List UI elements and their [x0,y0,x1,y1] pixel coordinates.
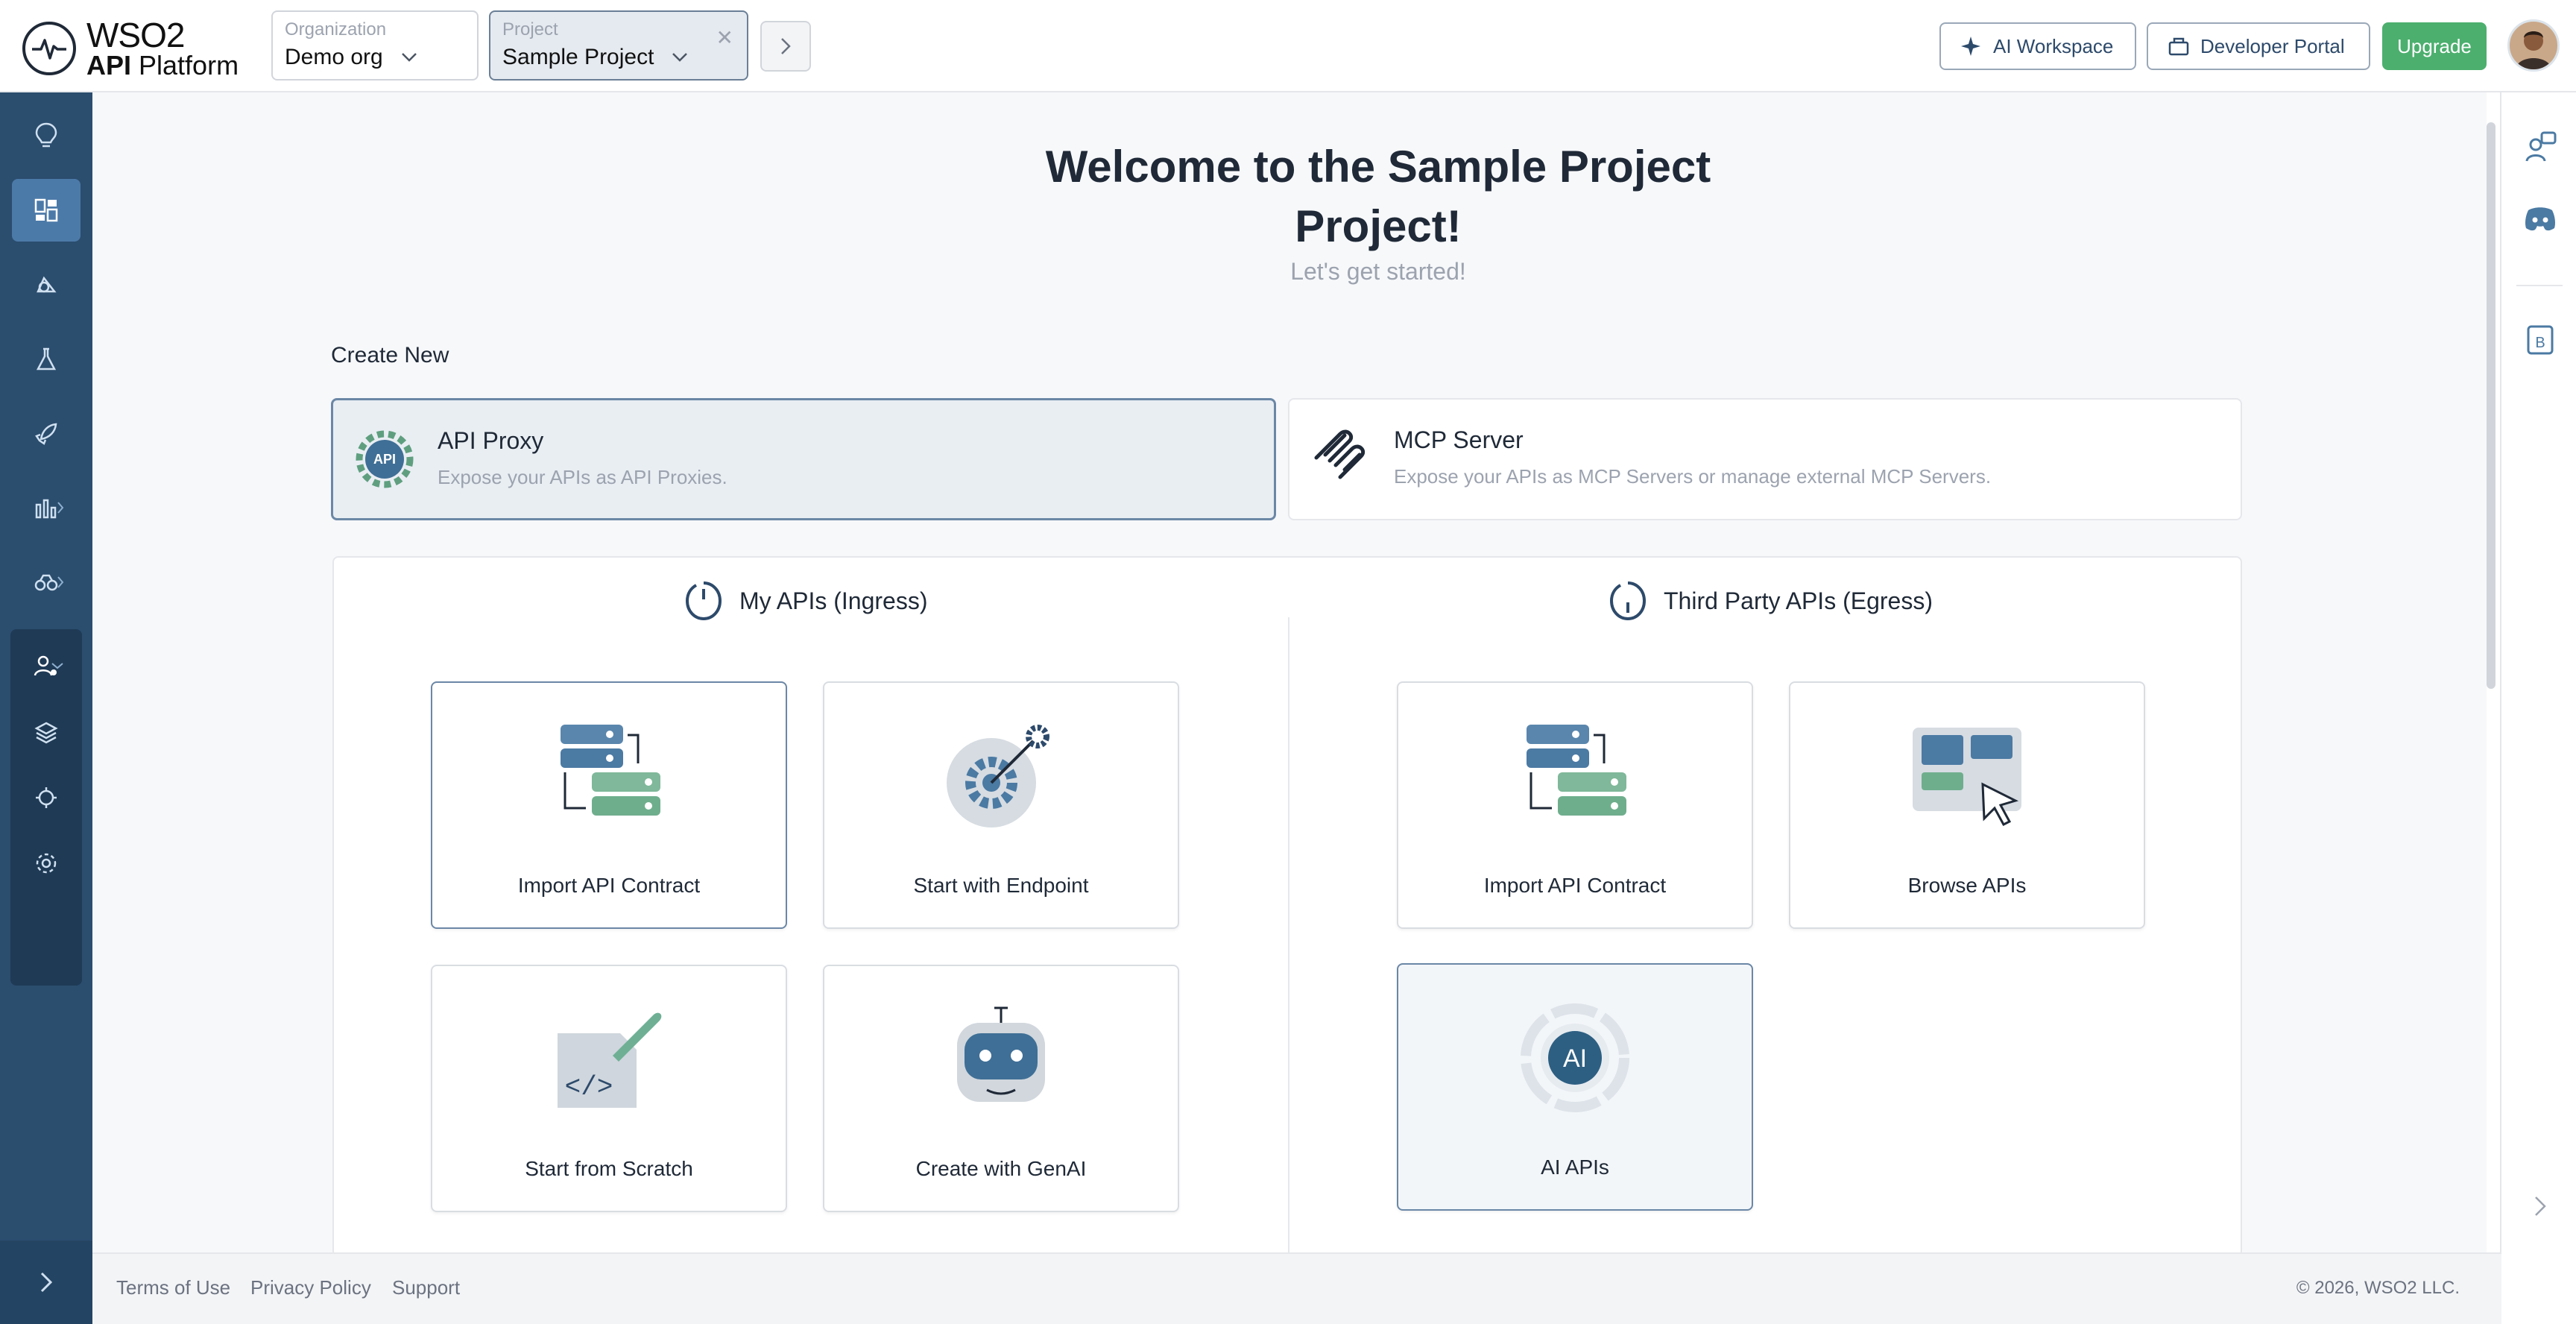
lightbulb-icon[interactable] [12,104,80,167]
egress-import-api-contract-card[interactable]: Import API Contract [1397,681,1753,929]
code-pencil-icon: </> [432,1003,786,1115]
people-settings-icon[interactable] [12,635,80,698]
server-stack-icon [432,720,786,832]
bookmark-b-icon[interactable]: B [2524,324,2557,356]
option-label: Create with GenAI [915,1157,1087,1180]
organization-selector[interactable]: Organization Demo org [271,10,479,81]
ai-apis-card[interactable]: AI AI APIs [1397,963,1753,1211]
privacy-policy-link[interactable]: Privacy Policy [250,1276,371,1299]
terms-of-use-link[interactable]: Terms of Use [116,1276,230,1299]
main-content: Welcome to the Sample Project Project! L… [92,92,2487,1258]
logo-name: WSO2 [86,16,185,54]
next-level-button[interactable] [760,21,811,72]
api-proxy-card[interactable]: API API Proxy Expose your APIs as API Pr… [331,398,1276,520]
chevron-down-icon [401,53,417,62]
gear-icon[interactable] [12,832,80,895]
start-from-scratch-card[interactable]: </> Start from Scratch [431,965,787,1212]
pulse-icon [22,22,76,75]
develop-icon[interactable] [12,253,80,316]
server-stack-icon [1398,720,1752,832]
ai-badge-text: AI [1563,1044,1587,1073]
ingress-icon [685,581,722,621]
footer: Terms of Use Privacy Policy Support © 20… [92,1252,2501,1324]
welcome-title: Welcome to the Sample Project Project! [1045,142,1711,251]
expand-sidebar-button[interactable] [0,1241,92,1324]
test-flask-icon[interactable] [12,328,80,391]
overview-icon[interactable] [12,179,80,242]
main-scrollbar[interactable] [2487,122,2496,689]
chevron-right-icon [57,576,64,588]
observe-binoculars-icon[interactable] [12,552,80,614]
chat-support-icon[interactable] [2524,131,2557,164]
create-with-genai-card[interactable]: Create with GenAI [823,965,1179,1212]
rail-divider [2516,285,2563,286]
deploy-rocket-icon[interactable] [12,403,80,465]
section-divider [1288,617,1289,1258]
mcp-server-card[interactable]: MCP Server Expose your APIs as MCP Serve… [1288,398,2242,520]
api-proxy-icon: API [354,429,415,494]
insights-chart-icon[interactable] [12,477,80,540]
api-badge-text: API [373,452,396,467]
chevron-right-icon [57,502,64,514]
admin-group [10,629,82,986]
project-label: Project [502,19,558,40]
endpoint-gear-icon [824,720,1178,832]
browse-apis-card[interactable]: Browse APIs [1789,681,2145,929]
chevron-down-icon [672,53,688,62]
welcome-subtitle: Let's get started! [1290,258,1466,285]
api-options-panel: My APIs (Ingress) Third Party APIs (Egre… [332,556,2242,1258]
integration-icon[interactable] [12,766,80,829]
start-with-endpoint-card[interactable]: Start with Endpoint [823,681,1179,929]
developer-portal-button[interactable]: Developer Portal [2147,22,2370,70]
top-header: WSO2 API Platform Organization Demo org … [0,0,2576,92]
svg-text:</>: </> [565,1072,613,1103]
browse-cursor-icon [1790,720,2144,832]
egress-heading: Third Party APIs (Egress) [1609,580,1933,622]
option-label: Import API Contract [1483,874,1667,897]
chevron-down-icon [51,663,63,669]
copyright-text: © 2026, WSO2 LLC. [2296,1278,2460,1298]
create-new-heading: Create New [331,343,449,368]
logo-product: API Platform [86,50,239,81]
option-label: Import API Contract [517,874,701,897]
organization-label: Organization [285,19,387,40]
api-proxy-title: API Proxy [438,427,544,454]
developer-portal-label: Developer Portal [2200,34,2345,57]
ingress-heading: My APIs (Ingress) [684,580,928,622]
layers-icon[interactable] [12,701,80,763]
chevron-right-icon[interactable] [2524,1190,2557,1223]
left-sidebar [0,92,92,1324]
robot-icon [824,1003,1178,1115]
sparkle-icon [1961,37,1980,56]
upgrade-button[interactable]: Upgrade [2382,22,2487,70]
mcp-icon [1310,428,1371,493]
wso2-logo[interactable]: WSO2 API Platform [22,18,239,79]
option-label: AI APIs [1541,1156,1609,1179]
discord-icon[interactable] [2524,203,2557,236]
project-selector[interactable]: Project ✕ Sample Project [489,10,748,81]
organization-value: Demo org [285,45,383,69]
clear-project-icon[interactable]: ✕ [716,25,733,50]
user-avatar[interactable] [2507,19,2560,72]
api-proxy-description: Expose your APIs as API Proxies. [438,466,727,488]
portal-icon [2168,37,2189,56]
chevron-right-icon [781,38,791,54]
ingress-import-api-contract-card[interactable]: Import API Contract [431,681,787,929]
right-rail: B [2500,92,2576,1324]
project-value: Sample Project [502,45,654,69]
mcp-server-description: Expose your APIs as MCP Servers or manag… [1394,465,1992,488]
mcp-server-title: MCP Server [1394,426,1524,453]
support-link[interactable]: Support [392,1276,460,1299]
option-label: Browse APIs [1907,874,2027,897]
ai-workspace-label: AI Workspace [1993,34,2114,57]
option-label: Start with Endpoint [913,874,1089,897]
ai-workspace-button[interactable]: AI Workspace [1939,22,2136,70]
option-label: Start from Scratch [525,1157,693,1180]
egress-icon [1609,581,1647,621]
chevron-right-icon [40,1272,53,1293]
svg-text:B: B [2535,335,2545,351]
ai-badge-icon: AI [1398,1002,1752,1114]
